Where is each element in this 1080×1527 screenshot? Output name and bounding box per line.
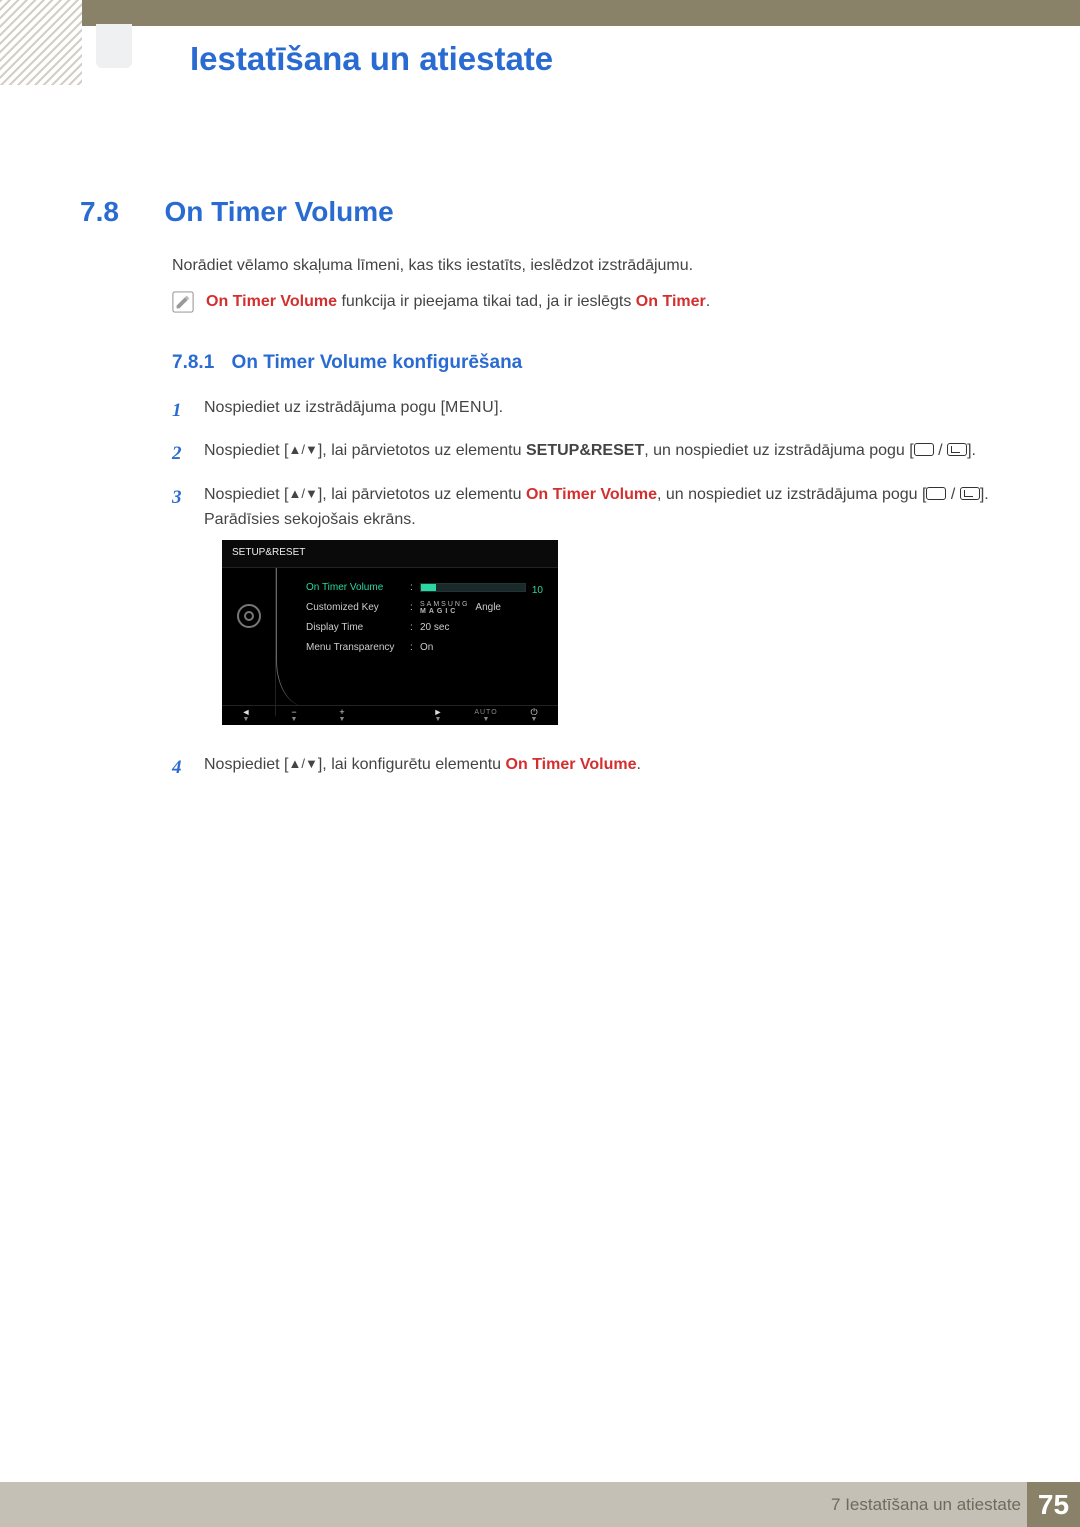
subsection-number: 7.8.1 — [172, 352, 214, 373]
step-text: Nospiediet [ — [204, 442, 289, 459]
magic-line2: MAGIC — [420, 608, 458, 615]
osd-btn-forward: ►▼ — [414, 706, 462, 725]
step-text: , un nospiediet uz izstrādājuma pogu [ — [657, 486, 927, 503]
updown-icon: ▲/▼ — [289, 486, 318, 501]
intro-paragraph: Norādiet vēlamo skaļuma līmeni, kas tiks… — [172, 257, 1010, 275]
corner-pattern — [0, 0, 82, 85]
footer-chapter-label: 7 Iestatīšana un atiestate — [831, 1495, 1021, 1515]
osd-label: Menu Transparency — [306, 640, 410, 656]
osd-btn-auto: AUTO▼ — [462, 706, 510, 725]
osd-row-volume: On Timer Volume : 10 — [306, 578, 546, 598]
rect-button-icon — [926, 487, 946, 500]
enter-button-icon — [960, 487, 980, 500]
volume-value: 10 — [532, 583, 543, 599]
osd-btn-minus: −▼ — [270, 706, 318, 725]
note-text: On Timer Volume funkcija ir pieejama tik… — [206, 293, 710, 311]
step-text: ]. — [967, 442, 976, 459]
chapter-tab — [96, 24, 132, 68]
osd-sidebar — [222, 568, 276, 716]
step-number: 4 — [172, 753, 190, 782]
osd-btn-back: ◄▼ — [222, 706, 270, 725]
step-body: Nospiediet uz izstrādājuma pogu [MENU]. — [204, 396, 1010, 425]
magic-line1: SAMSUNG — [420, 601, 469, 608]
note-highlight-1: On Timer Volume — [206, 293, 337, 310]
osd-panel: SETUP&RESET On Timer Volume : — [222, 540, 558, 725]
menu-label: MENU — [445, 399, 494, 416]
osd-value: On — [420, 640, 546, 656]
step-text: Nospiediet uz izstrādājuma pogu [ — [204, 399, 445, 416]
step-body: Nospiediet [▲/▼], lai pārvietotos uz ele… — [204, 439, 1010, 468]
volume-fill — [421, 584, 436, 591]
step-text: ], lai pārvietotos uz elementu — [318, 442, 526, 459]
gear-icon — [237, 604, 261, 628]
section-heading: 7.8 On Timer Volume — [80, 196, 1020, 228]
magic-logo: SAMSUNG MAGIC — [420, 601, 469, 615]
osd-value: 20 sec — [420, 620, 546, 636]
step-number: 3 — [172, 483, 190, 740]
steps-list: 1 Nospiediet uz izstrādājuma pogu [MENU]… — [172, 396, 1010, 797]
note-mid: funkcija ir pieejama tikai tad, ja ir ie… — [337, 293, 636, 310]
note-row: On Timer Volume funkcija ir pieejama tik… — [172, 291, 1010, 313]
step-text: ], lai pārvietotos uz elementu — [318, 486, 526, 503]
osd-row-transparency: Menu Transparency : On — [306, 638, 546, 658]
step-text: . — [637, 756, 641, 773]
osd-footer: ◄▼ −▼ +▼ ►▼ AUTO▼ ⏻▼ — [222, 705, 558, 725]
section-number: 7.8 — [80, 196, 160, 228]
osd-label: Customized Key — [306, 600, 410, 616]
highlight-term: On Timer Volume — [526, 486, 657, 503]
step-body: Nospiediet [▲/▼], lai pārvietotos uz ele… — [204, 483, 1010, 740]
osd-screenshot: SETUP&RESET On Timer Volume : — [222, 540, 558, 725]
osd-label: On Timer Volume — [306, 580, 410, 596]
osd-menu: On Timer Volume : 10 Cus — [276, 568, 558, 716]
chapter-title: Iestatīšana un atiestate — [190, 40, 553, 78]
osd-btn-plus: +▼ — [318, 706, 366, 725]
step-text: ]. — [494, 399, 503, 416]
note-end: . — [706, 293, 710, 310]
enter-button-icon — [947, 443, 967, 456]
note-icon — [172, 291, 194, 313]
osd-label: Display Time — [306, 620, 410, 636]
step-3: 3 Nospiediet [▲/▼], lai pārvietotos uz e… — [172, 483, 1010, 740]
step-1: 1 Nospiediet uz izstrādājuma pogu [MENU]… — [172, 396, 1010, 425]
subsection-heading: 7.8.1 On Timer Volume konfigurēšana — [172, 352, 522, 374]
step-text: ], lai konfigurētu elementu — [318, 756, 506, 773]
rect-button-icon — [914, 443, 934, 456]
step-text: Nospiediet [ — [204, 486, 289, 503]
osd-btn-power: ⏻▼ — [510, 706, 558, 725]
osd-row-customkey: Customized Key : SAMSUNG MAGIC Angle — [306, 598, 546, 618]
volume-bar: 10 — [420, 583, 526, 592]
step-number: 1 — [172, 396, 190, 425]
page-footer: 7 Iestatīšana un atiestate 75 — [0, 1482, 1080, 1527]
note-highlight-2: On Timer — [636, 293, 706, 310]
osd-title: SETUP&RESET — [222, 540, 558, 568]
step-body: Nospiediet [▲/▼], lai konfigurētu elemen… — [204, 753, 1010, 782]
top-bar — [0, 0, 1080, 26]
section-title: On Timer Volume — [164, 196, 393, 228]
step-text: , un nospiediet uz izstrādājuma pogu [ — [644, 442, 914, 459]
step-4: 4 Nospiediet [▲/▼], lai konfigurētu elem… — [172, 753, 1010, 782]
updown-icon: ▲/▼ — [289, 442, 318, 457]
page-number: 75 — [1027, 1482, 1080, 1527]
osd-value: Angle — [475, 600, 501, 616]
step-number: 2 — [172, 439, 190, 468]
updown-icon: ▲/▼ — [289, 756, 318, 771]
step-text: Nospiediet [ — [204, 756, 289, 773]
subsection-title: On Timer Volume konfigurēšana — [232, 352, 523, 373]
osd-btn-spacer — [366, 706, 414, 725]
bold-term: SETUP&RESET — [526, 442, 644, 459]
osd-row-displaytime: Display Time : 20 sec — [306, 618, 546, 638]
step-2: 2 Nospiediet [▲/▼], lai pārvietotos uz e… — [172, 439, 1010, 468]
highlight-term: On Timer Volume — [506, 756, 637, 773]
